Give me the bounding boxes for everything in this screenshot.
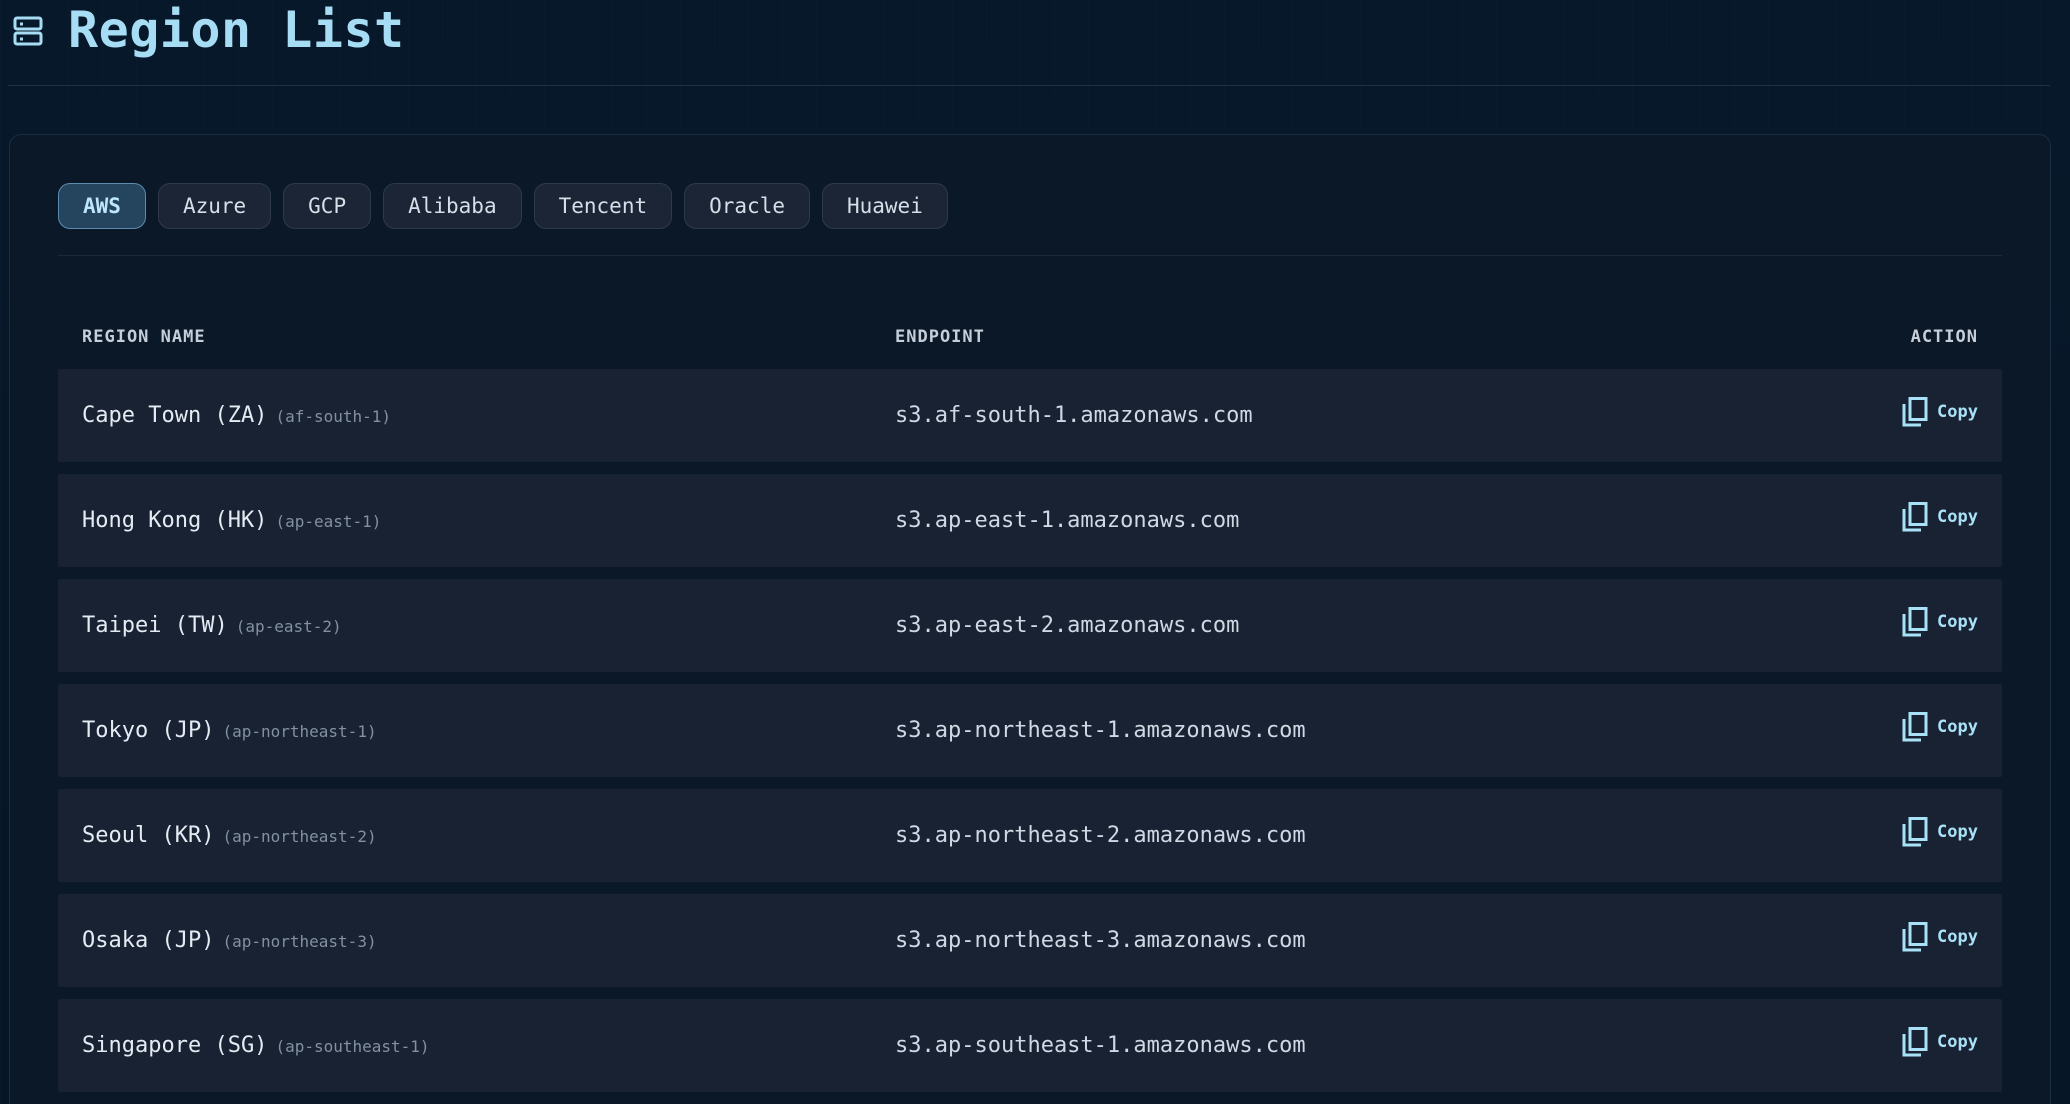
region-cell: Seoul (KR) (ap-northeast-2): [82, 789, 377, 882]
table-row: Hong Kong (HK) (ap-east-1) s3.ap-east-1.a…: [58, 474, 2002, 567]
endpoint-value: s3.ap-east-2.amazonaws.com: [895, 613, 1240, 638]
copy-label: Copy: [1937, 822, 1978, 842]
region-code: (ap-east-1): [275, 512, 382, 531]
endpoint-value: s3.ap-northeast-3.amazonaws.com: [895, 928, 1306, 953]
region-name: Cape Town (ZA): [82, 403, 268, 428]
region-name: Taipei (TW): [82, 613, 228, 638]
region-code: (af-south-1): [275, 407, 392, 426]
page-header: Region List: [8, 0, 2050, 86]
table-row: Cape Town (ZA) (af-south-1) s3.af-south-1…: [58, 369, 2002, 462]
copy-label: Copy: [1937, 717, 1978, 737]
table-row: Osaka (JP) (ap-northeast-3) s3.ap-northea…: [58, 894, 2002, 987]
copy-icon: [1902, 502, 1928, 532]
server-icon: [13, 16, 43, 46]
copy-icon: [1902, 397, 1928, 427]
region-name: Tokyo (JP): [82, 718, 215, 743]
copy-button[interactable]: Copy: [1901, 395, 1978, 429]
provider-tabs: AWS Azure GCP Alibaba Tencent Oracle Hua…: [58, 183, 2002, 256]
region-code: (ap-east-2): [235, 617, 342, 636]
column-header-region: REGION NAME: [82, 327, 206, 347]
endpoint-value: s3.ap-southeast-1.amazonaws.com: [895, 1033, 1306, 1058]
copy-button[interactable]: Copy: [1901, 500, 1978, 534]
region-cell: Taipei (TW) (ap-east-2): [82, 579, 342, 672]
table-row: Singapore (SG) (ap-southeast-1) s3.ap-sou…: [58, 999, 2002, 1092]
table-row: Tokyo (JP) (ap-northeast-1) s3.ap-northea…: [58, 684, 2002, 777]
copy-label: Copy: [1937, 1032, 1978, 1052]
region-code: (ap-northeast-1): [222, 722, 377, 741]
region-code: (ap-southeast-1): [275, 1037, 430, 1056]
table-header: REGION NAME ENDPOINT ACTION: [58, 327, 2002, 357]
region-cell: Singapore (SG) (ap-southeast-1): [82, 999, 430, 1092]
column-header-endpoint: ENDPOINT: [895, 327, 985, 347]
region-cell: Osaka (JP) (ap-northeast-3): [82, 894, 377, 987]
region-cell: Hong Kong (HK) (ap-east-1): [82, 474, 381, 567]
tab-oracle[interactable]: Oracle: [684, 183, 810, 229]
endpoint-value: s3.af-south-1.amazonaws.com: [895, 403, 1253, 428]
table-row: Taipei (TW) (ap-east-2) s3.ap-east-2.amaz…: [58, 579, 2002, 672]
tab-gcp[interactable]: GCP: [283, 183, 372, 229]
region-name: Seoul (KR): [82, 823, 215, 848]
copy-button[interactable]: Copy: [1901, 1025, 1978, 1059]
region-code: (ap-northeast-2): [222, 827, 377, 846]
copy-icon: [1902, 817, 1928, 847]
copy-icon: [1902, 1027, 1928, 1057]
copy-button[interactable]: Copy: [1901, 815, 1978, 849]
page-title: Region List: [68, 1, 405, 59]
copy-button[interactable]: Copy: [1901, 920, 1978, 954]
column-header-action: ACTION: [1910, 327, 1978, 347]
tab-huawei[interactable]: Huawei: [821, 183, 948, 229]
copy-label: Copy: [1937, 927, 1978, 947]
copy-button[interactable]: Copy: [1901, 710, 1978, 744]
copy-label: Copy: [1937, 507, 1978, 527]
region-name: Singapore (SG): [82, 1033, 268, 1058]
tab-alibaba[interactable]: Alibaba: [383, 183, 522, 229]
region-code: (ap-northeast-3): [222, 932, 377, 951]
region-name: Osaka (JP): [82, 928, 215, 953]
copy-icon: [1902, 712, 1928, 742]
region-name: Hong Kong (HK): [82, 508, 268, 533]
region-table-body: Cape Town (ZA) (af-south-1) s3.af-south-1…: [58, 369, 2002, 1104]
tab-tencent[interactable]: Tencent: [533, 183, 673, 229]
copy-label: Copy: [1937, 612, 1978, 632]
copy-button[interactable]: Copy: [1901, 605, 1978, 639]
region-cell: Cape Town (ZA) (af-south-1): [82, 369, 391, 462]
region-cell: Tokyo (JP) (ap-northeast-1): [82, 684, 377, 777]
copy-icon: [1902, 922, 1928, 952]
region-panel: AWS Azure GCP Alibaba Tencent Oracle Hua…: [9, 134, 2051, 1104]
endpoint-value: s3.ap-northeast-2.amazonaws.com: [895, 823, 1306, 848]
table-row: Seoul (KR) (ap-northeast-2) s3.ap-northea…: [58, 789, 2002, 882]
endpoint-value: s3.ap-east-1.amazonaws.com: [895, 508, 1240, 533]
endpoint-value: s3.ap-northeast-1.amazonaws.com: [895, 718, 1306, 743]
copy-label: Copy: [1937, 402, 1978, 422]
tab-aws[interactable]: AWS: [58, 183, 146, 229]
tab-azure[interactable]: Azure: [157, 183, 272, 229]
copy-icon: [1902, 607, 1928, 637]
